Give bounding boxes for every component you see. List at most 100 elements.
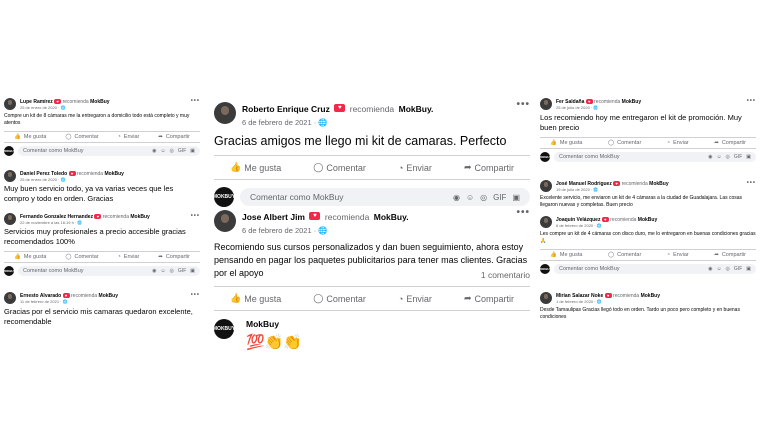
avatar[interactable]: [540, 292, 552, 304]
sticker-icon[interactable]: ▣: [746, 266, 751, 272]
share-button[interactable]: ➦ Compartir: [464, 293, 514, 304]
avatar[interactable]: [540, 98, 552, 110]
camera-icon[interactable]: ◎: [480, 193, 487, 202]
comment-button[interactable]: ◯ Comentar: [313, 162, 366, 173]
like-button[interactable]: 👍 Me gusta: [230, 293, 281, 304]
post-date[interactable]: 25 de enero de 2020 · 🌐: [20, 177, 124, 182]
emoji-icon[interactable]: ☺: [160, 268, 165, 274]
page-name[interactable]: MokBuy: [622, 99, 641, 105]
page-name[interactable]: MokBuy: [649, 181, 668, 187]
comment-input[interactable]: Comentar como MokBuy ◉ ☺ ◎ GIF ▣: [18, 146, 200, 156]
like-button[interactable]: 👍 Me gusta: [550, 140, 582, 146]
author-name[interactable]: Daniel Perez Toledo: [20, 171, 67, 177]
author-name[interactable]: Fernando Gonzalez Hernandez: [20, 214, 93, 220]
emoji-icon[interactable]: ☺: [716, 266, 721, 272]
post-date[interactable]: 22 de noviembre a las 16:19 h · 🌐: [20, 220, 150, 225]
comment-input[interactable]: Comentar como MokBuy ◉ ☺ ◎ GIF ▣: [554, 264, 756, 274]
share-button[interactable]: ➦ Compartir: [714, 140, 746, 146]
camera-icon[interactable]: ◎: [170, 268, 174, 274]
page-name[interactable]: MokBuy: [130, 214, 149, 220]
post-date[interactable]: 6 de febrero de 2021 · 🌐: [242, 226, 409, 235]
avatar-sticker-icon[interactable]: ◉: [708, 266, 712, 272]
author-name[interactable]: Joaquín Velázquez: [556, 217, 600, 223]
like-button[interactable]: 👍 Me gusta: [14, 254, 46, 260]
more-options-icon[interactable]: •••: [516, 207, 530, 218]
post-date[interactable]: 1 de febrero de 2020 · 🌐: [556, 299, 660, 304]
sticker-icon[interactable]: ▣: [512, 193, 520, 202]
more-options-icon[interactable]: •••: [191, 213, 200, 219]
comment-button[interactable]: ◯ Comentar: [65, 254, 98, 260]
more-options-icon[interactable]: •••: [191, 292, 200, 298]
author-name[interactable]: Mirian Salazar Noke: [556, 293, 603, 299]
more-options-icon[interactable]: •••: [747, 98, 756, 104]
post-date[interactable]: 11 de febrero de 2021 · 🌐: [20, 299, 118, 304]
emoji-icon[interactable]: ☺: [160, 148, 165, 154]
send-button[interactable]: ◔ Enviar: [398, 293, 432, 304]
page-name[interactable]: MokBuy: [104, 171, 123, 177]
gif-icon[interactable]: GIF: [178, 148, 186, 154]
gif-icon[interactable]: GIF: [493, 193, 506, 202]
emoji-icon[interactable]: ☺: [466, 193, 474, 202]
more-options-icon[interactable]: •••: [747, 180, 756, 186]
avatar[interactable]: [4, 170, 16, 182]
author-name[interactable]: Jose Albert Jim: [242, 212, 305, 222]
send-button[interactable]: ◔ Enviar: [398, 162, 432, 173]
more-options-icon[interactable]: •••: [516, 99, 530, 110]
comment-input[interactable]: Comentar como MokBuy ◉ ☺ ◎ GIF ▣: [18, 266, 200, 276]
gif-icon[interactable]: GIF: [734, 266, 742, 272]
author-name[interactable]: Roberto Enrique Cruz: [242, 104, 330, 114]
author-name[interactable]: Lupe Ramírez: [20, 99, 53, 105]
avatar[interactable]: [4, 213, 16, 225]
avatar[interactable]: [540, 180, 552, 192]
avatar-sticker-icon[interactable]: ◉: [708, 154, 712, 160]
send-button[interactable]: ◔ Enviar: [667, 252, 689, 258]
share-button[interactable]: ➦ Compartir: [714, 252, 746, 258]
page-name[interactable]: MokBuy: [90, 99, 109, 105]
sticker-icon[interactable]: ▣: [190, 268, 195, 274]
camera-icon[interactable]: ◎: [726, 266, 730, 272]
page-name[interactable]: MokBuy: [641, 293, 660, 299]
gif-icon[interactable]: GIF: [178, 268, 186, 274]
sticker-icon[interactable]: ▣: [190, 148, 195, 154]
page-name[interactable]: MokBuy: [99, 293, 118, 299]
comment-input[interactable]: Comentar como MokBuy ◉ ☺ ◎ GIF ▣: [554, 152, 756, 162]
like-button[interactable]: 👍 Me gusta: [14, 134, 46, 140]
emoji-icon[interactable]: ☺: [716, 154, 721, 160]
sticker-icon[interactable]: ▣: [746, 154, 751, 160]
comment-button[interactable]: ◯ Comentar: [65, 134, 98, 140]
camera-icon[interactable]: ◎: [170, 148, 174, 154]
comment-button[interactable]: ◯ Comentar: [608, 140, 641, 146]
post-date[interactable]: 6 de febrero de 2020 · 🌐: [556, 223, 657, 228]
avatar-sticker-icon[interactable]: ◉: [152, 268, 156, 274]
avatar[interactable]: [214, 102, 236, 124]
send-button[interactable]: ◔ Enviar: [117, 254, 139, 260]
comment-input[interactable]: Comentar como MokBuy ◉ ☺ ◎ GIF ▣: [240, 188, 530, 206]
post-date[interactable]: 6 de febrero de 2021 · 🌐: [242, 118, 433, 127]
like-button[interactable]: 👍 Me gusta: [230, 162, 281, 173]
avatar[interactable]: [4, 292, 16, 304]
page-name[interactable]: MokBuy.: [399, 104, 434, 114]
like-button[interactable]: 👍 Me gusta: [550, 252, 582, 258]
share-button[interactable]: ➦ Compartir: [158, 134, 190, 140]
avatar[interactable]: [540, 216, 552, 228]
author-name[interactable]: Ernesto Alvarado: [20, 293, 61, 299]
reply-author[interactable]: MokBuy: [246, 319, 302, 329]
avatar-sticker-icon[interactable]: ◉: [152, 148, 156, 154]
avatar-sticker-icon[interactable]: ◉: [453, 193, 460, 202]
share-button[interactable]: ➦ Compartir: [464, 162, 514, 173]
post-date[interactable]: 25 de julio de 2020 · 🌐: [556, 105, 641, 110]
page-name[interactable]: MokBuy: [638, 217, 657, 223]
camera-icon[interactable]: ◎: [726, 154, 730, 160]
avatar[interactable]: [4, 98, 16, 110]
avatar[interactable]: [214, 210, 236, 232]
author-name[interactable]: José Manuel Rodriguez: [556, 181, 612, 187]
author-name[interactable]: Fer Saldaña: [556, 99, 584, 105]
gif-icon[interactable]: GIF: [734, 154, 742, 160]
comment-button[interactable]: ◯ Comentar: [313, 293, 366, 304]
page-name[interactable]: MokBuy.: [374, 212, 409, 222]
more-options-icon[interactable]: •••: [191, 98, 200, 104]
post-date[interactable]: 19 de julio de 2020 · 🌐: [556, 187, 669, 192]
post-date[interactable]: 25 de enero de 2020 · 🌐: [20, 105, 110, 110]
comment-button[interactable]: ◯ Comentar: [608, 252, 641, 258]
share-button[interactable]: ➦ Compartir: [158, 254, 190, 260]
